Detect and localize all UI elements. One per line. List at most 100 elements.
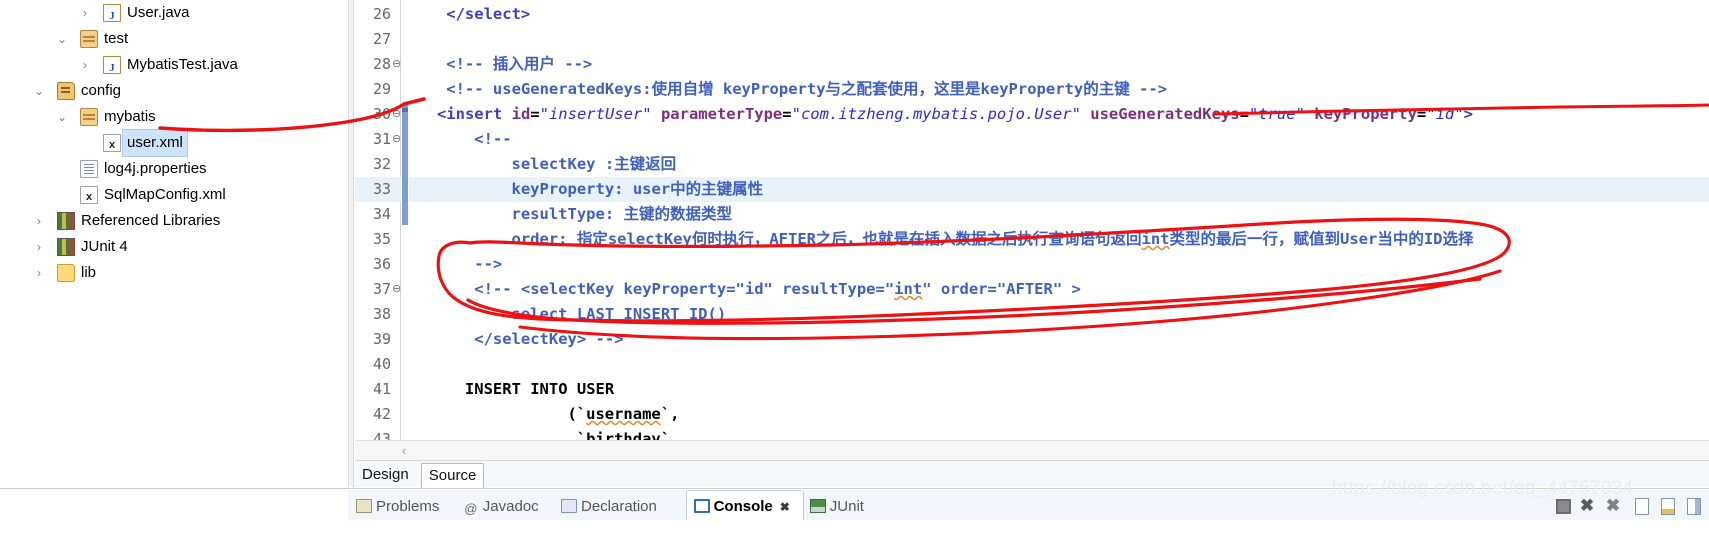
code-line[interactable]: select LAST_INSERT_ID() (409, 302, 727, 327)
chevron-down-icon[interactable]: ⌄ (55, 104, 69, 130)
code-token: > (1463, 105, 1473, 123)
tree-item-label[interactable]: User.java (127, 0, 190, 26)
tree-row[interactable]: › JUnit 4 (0, 234, 348, 260)
code-line[interactable]: </select> (409, 2, 530, 27)
code-line[interactable]: <!-- useGeneratedKeys:使用自增 keyProperty与之… (409, 77, 1167, 102)
fold-toggle-icon[interactable]: ⊖ (392, 277, 401, 302)
tree-row[interactable]: SqlMapConfig.xml (0, 182, 348, 210)
editor-line-number-gutter: 26 27 28 ⊖ 29 30 ⊖ 31 ⊖ 32 33 34 35 36 37 ⊖ 38 39 40 41 42 43… (355, 0, 401, 448)
tree-row[interactable]: › Referenced Libraries (0, 208, 348, 234)
code-line[interactable]: (`username`, (409, 402, 679, 427)
chevron-down-icon[interactable]: ⌄ (55, 26, 69, 52)
pin-console-icon[interactable] (1687, 498, 1701, 515)
javadoc-icon: @ (464, 501, 478, 516)
package-explorer-panel[interactable]: ›User.java⌄test›MybatisTest.java⌄config⌄… (0, 0, 348, 487)
java-file-icon (103, 55, 121, 81)
bottom-tab-console[interactable]: Console ✖ (693, 495, 790, 519)
editor-code-area[interactable]: </select> <!-- 插入用户 --> <!-- useGeneratedK… (409, 0, 1709, 448)
code-line[interactable]: <!-- <selectKey keyProperty="id" resultT… (409, 277, 1081, 302)
tree-item-label[interactable]: Referenced Libraries (81, 208, 220, 234)
chevron-right-icon[interactable]: › (78, 52, 92, 78)
code-line[interactable]: selectKey :主键返回 (409, 152, 677, 177)
code-line[interactable]: </selectKey> --> (409, 327, 623, 352)
terminate-icon[interactable] (1556, 499, 1571, 514)
tree-item-label[interactable]: lib (81, 260, 96, 286)
code-line[interactable]: <insert id="insertUser" parameterType="c… (409, 102, 1473, 127)
tree-row[interactable]: › MybatisTest.java (0, 52, 348, 81)
tree-item-label[interactable]: JUnit 4 (81, 234, 128, 260)
editor-horizontal-scrollbar[interactable]: ‹ (355, 440, 1709, 460)
line-number: 31 (372, 130, 391, 148)
package-icon (80, 30, 98, 48)
code-line[interactable]: keyProperty: user中的主键属性 (409, 177, 764, 202)
chevron-right-icon[interactable]: › (32, 234, 46, 260)
tree-row[interactable]: › User.java (0, 0, 348, 29)
code-token: INSERT INTO USER (464, 380, 615, 398)
tree-item-label[interactable]: mybatis (104, 104, 156, 130)
tree-item-label[interactable]: MybatisTest.java (127, 52, 238, 78)
fold-toggle-icon[interactable]: ⊖ (392, 52, 401, 77)
tree-row[interactable]: ⌄ config (0, 78, 348, 104)
clear-console-icon[interactable] (1635, 498, 1649, 515)
line-number: 39 (372, 330, 391, 348)
code-token: = (530, 105, 540, 123)
tree-row[interactable]: ⌄ test (0, 26, 348, 52)
code-line[interactable]: --> (409, 252, 502, 277)
editor-mode-tab-source[interactable]: Source (420, 463, 485, 488)
declaration-icon (561, 499, 577, 513)
tree-row[interactable]: log4j.properties (0, 156, 348, 182)
line-number: 38 (372, 305, 391, 323)
fold-toggle-icon[interactable]: ⊖ (392, 102, 401, 127)
tree-row[interactable]: › lib (0, 260, 348, 286)
library-icon (57, 238, 75, 256)
bottom-tab-declaration[interactable]: Declaration (561, 495, 657, 519)
problems-icon (356, 499, 372, 513)
tree-row[interactable]: user.xml (0, 129, 348, 158)
chevron-right-icon[interactable]: › (32, 208, 46, 234)
bottom-tab-javadoc[interactable]: @ Javadoc (463, 495, 539, 519)
fold-toggle-icon[interactable]: ⊖ (392, 127, 401, 152)
line-number: 35 (372, 230, 391, 248)
explorer-editor-splitter[interactable] (348, 0, 354, 487)
code-token: --> (474, 255, 503, 273)
bottom-tab-label: JUnit (829, 498, 864, 515)
code-line[interactable]: <!-- 插入用户 --> (409, 52, 592, 77)
code-token: 类型的最后一行，赋值到User当中的ID选择 (1169, 230, 1474, 248)
properties-file-icon (80, 160, 98, 178)
code-token: = (1416, 105, 1427, 123)
scroll-left-arrow-icon[interactable]: ‹ (395, 441, 413, 460)
bottom-tab-label: Problems (376, 498, 440, 515)
tree-row[interactable]: ⌄ mybatis (0, 104, 348, 130)
editor-annotation-bar (402, 105, 408, 225)
source-editor[interactable]: 26 27 28 ⊖ 29 30 ⊖ 31 ⊖ 32 33 34 35 36 37 ⊖ 38 39 40 41 42 43… (355, 0, 1709, 448)
line-number: 28 (372, 55, 391, 73)
close-icon[interactable]: ✖ (780, 500, 790, 514)
code-token: useGeneratedKeys (1090, 105, 1240, 123)
console-icon (693, 499, 710, 513)
line-number: 29 (372, 80, 391, 98)
chevron-right-icon[interactable]: › (78, 0, 92, 26)
chevron-right-icon[interactable]: › (32, 260, 46, 286)
line-number: 30 (372, 105, 391, 123)
bottom-tab-problems[interactable]: Problems (356, 495, 439, 519)
code-token: id (511, 105, 531, 123)
editor-mode-tab-design[interactable]: Design (355, 463, 416, 488)
code-line[interactable]: resultType: 主键的数据类型 (409, 202, 732, 227)
code-token: "id" (1426, 105, 1464, 123)
tree-item-label[interactable]: SqlMapConfig.xml (104, 182, 226, 208)
code-line[interactable]: INSERT INTO USER (409, 377, 614, 402)
scroll-lock-icon[interactable] (1661, 498, 1675, 515)
code-token: = (1239, 105, 1249, 123)
bottom-tab-label: Javadoc (482, 498, 539, 515)
tree-item-label[interactable]: test (104, 26, 128, 52)
code-line[interactable]: <!-- (409, 127, 511, 152)
bottom-tab-junit[interactable]: JUnit (809, 495, 864, 519)
line-number: 36 (372, 255, 391, 273)
code-token: <!-- <selectKey keyProperty="id" resultT… (474, 280, 895, 298)
code-token: order: 指定selectKey何时执行，AFTER之后，也就是在插入数据之… (511, 230, 1142, 248)
tree-item-label[interactable]: config (81, 78, 121, 104)
tree-item-label[interactable]: log4j.properties (104, 156, 207, 182)
code-line[interactable]: order: 指定selectKey何时执行，AFTER之后，也就是在插入数据之… (409, 227, 1474, 252)
tree-item-label[interactable]: user.xml (122, 129, 188, 157)
chevron-down-icon[interactable]: ⌄ (32, 78, 46, 104)
